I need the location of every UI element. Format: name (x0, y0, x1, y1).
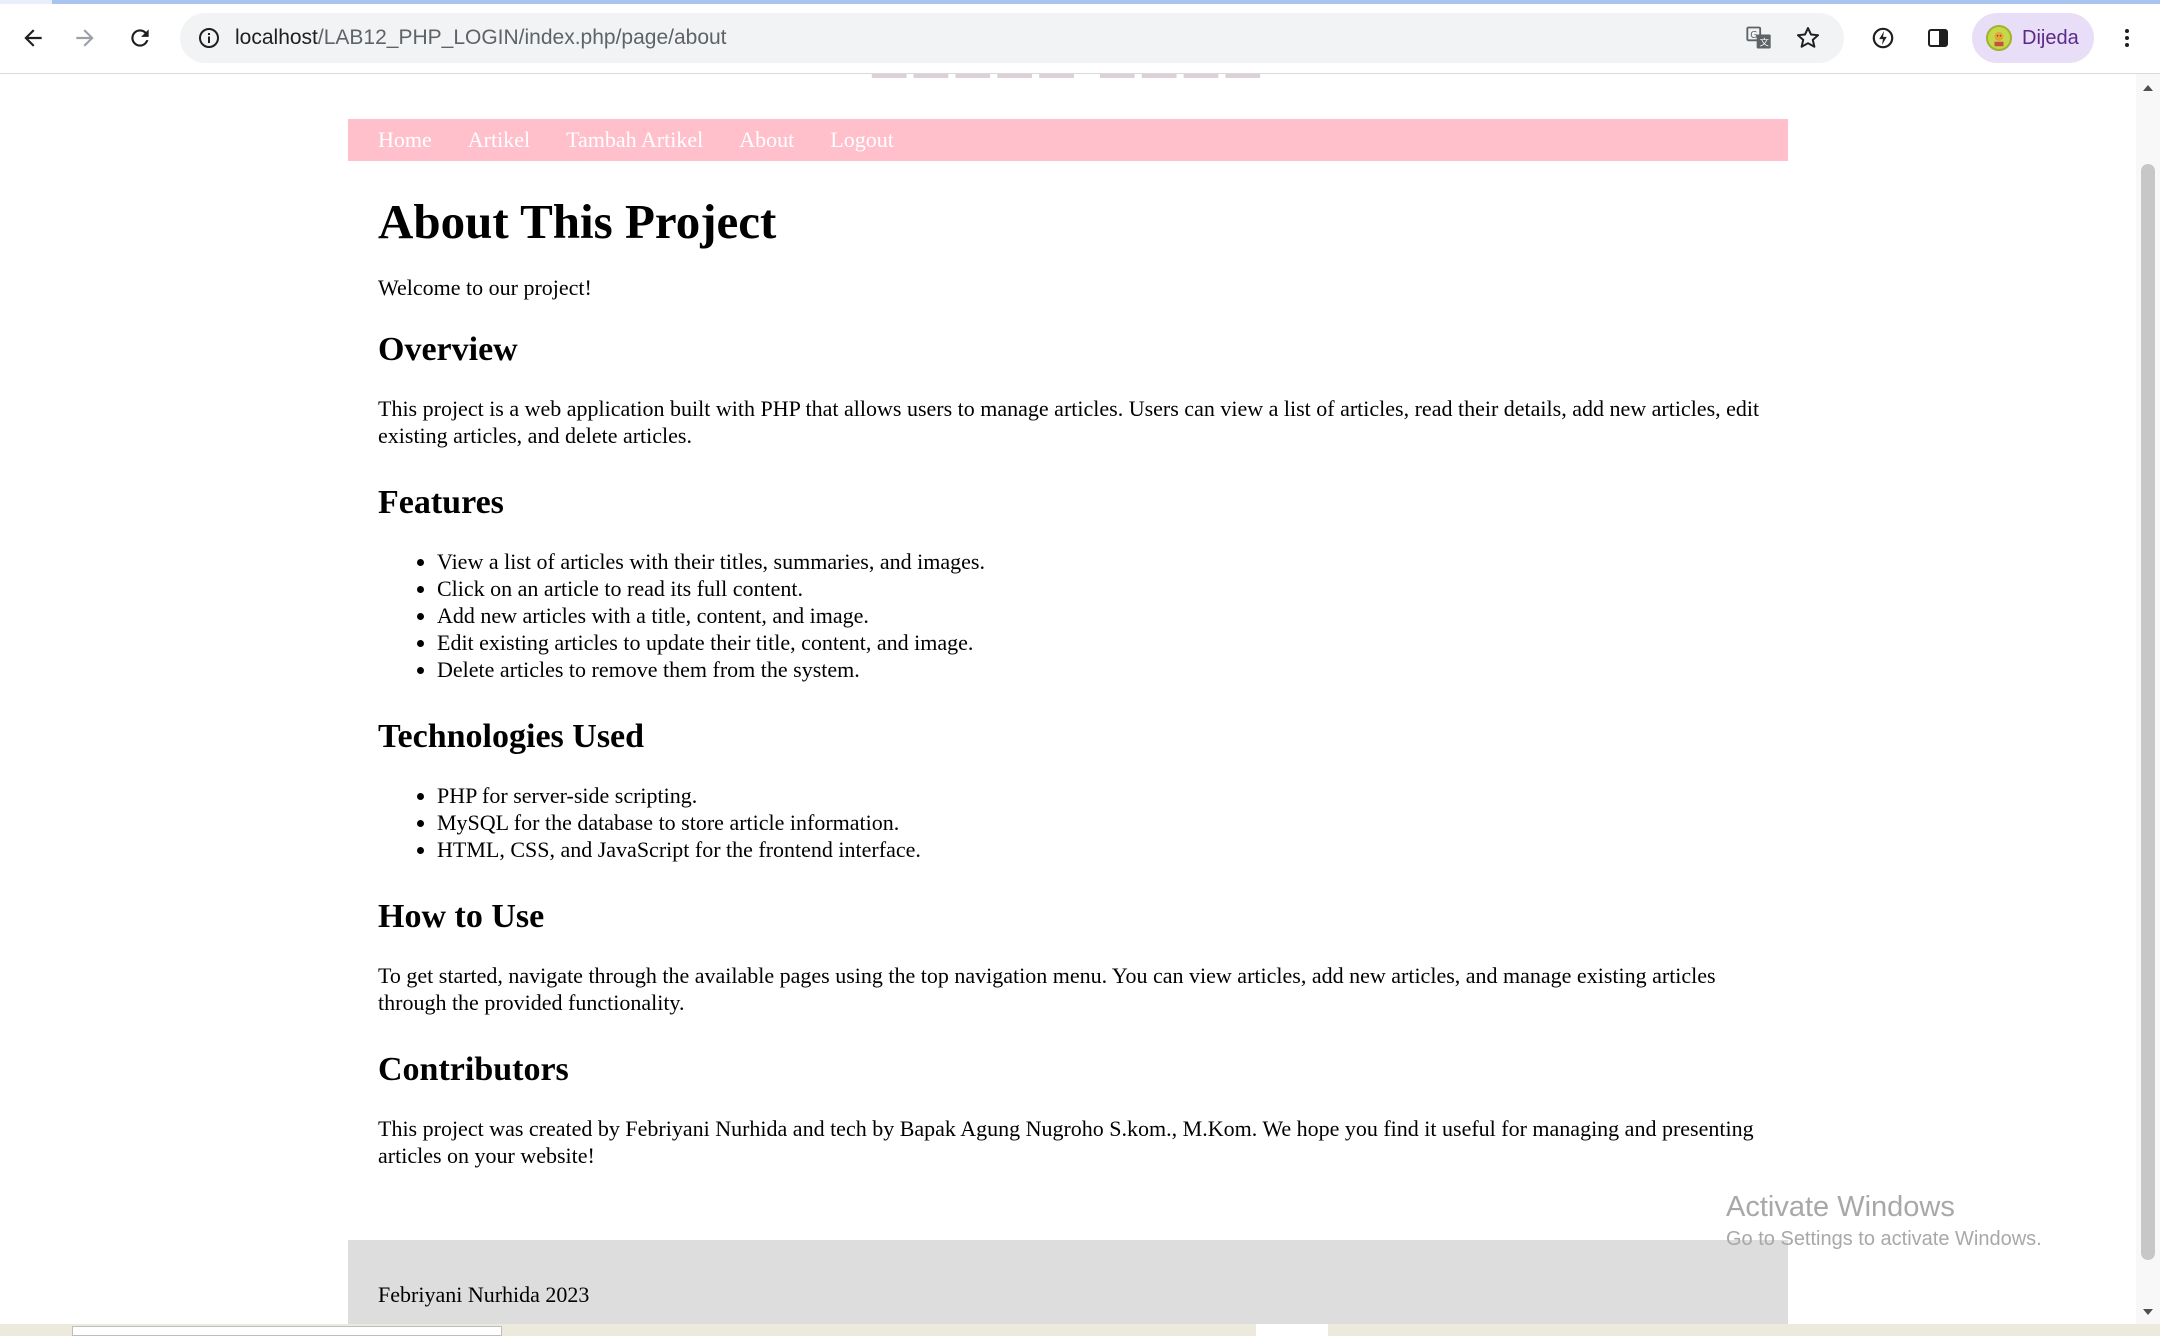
taskbar-item[interactable] (1256, 1324, 1328, 1336)
browser-menu-button[interactable] (2108, 19, 2146, 57)
extensions-icon (1872, 27, 1894, 49)
features-list: View a list of articles with their title… (378, 548, 1778, 683)
side-panel-icon (1928, 29, 1948, 47)
how-to-use-text: To get started, navigate through the ava… (378, 963, 1716, 1015)
list-item: Click on an article to read its full con… (437, 575, 1778, 602)
menu-dots-icon (2125, 29, 2129, 47)
scroll-down-arrow-icon[interactable] (2143, 1309, 2153, 1315)
overview-text: This project is a web application built … (378, 396, 1760, 448)
svg-text:文: 文 (1760, 37, 1769, 49)
side-panel-button[interactable] (1919, 19, 1957, 57)
profile-name: Dijeda (2022, 26, 2079, 49)
vertical-scrollbar[interactable] (2136, 74, 2160, 1324)
active-tab-edge[interactable] (0, 0, 52, 4)
forward-button[interactable] (66, 19, 104, 57)
scrollbar-thumb[interactable] (2141, 164, 2155, 1260)
translate-icon: G文 (1746, 26, 1771, 49)
site-navigation: Home Artikel Tambah Artikel About Logout (348, 119, 1788, 161)
overview-heading: Overview (378, 331, 518, 368)
forward-icon (76, 29, 94, 47)
page-footer: Febriyani Nurhida 2023 (348, 1240, 1788, 1324)
profile-button[interactable]: Dijeda (1972, 13, 2094, 63)
bookmark-star-icon (1796, 27, 1820, 48)
translate-button[interactable]: G文 (1740, 19, 1778, 57)
list-item: View a list of articles with their title… (437, 548, 1778, 575)
bookmark-button[interactable] (1789, 19, 1827, 57)
contributors-heading: Contributors (378, 1051, 569, 1088)
list-item: Edit existing articles to update their t… (437, 629, 1778, 656)
nav-home-link[interactable]: Home (378, 127, 432, 153)
list-item: PHP for server-side scripting. (437, 782, 1778, 809)
os-taskbar (0, 1324, 2160, 1336)
how-to-use-heading: How to Use (378, 898, 545, 935)
footer-text: Febriyani Nurhida 2023 (378, 1282, 590, 1307)
list-item: HTML, CSS, and JavaScript for the fronte… (437, 836, 1778, 863)
address-bar[interactable]: localhost/LAB12_PHP_LOGIN/index.php/page… (180, 13, 1844, 63)
url-path: /LAB12_PHP_LOGIN/index.php/page/about (317, 26, 727, 49)
browser-toolbar: localhost/LAB12_PHP_LOGIN/index.php/page… (0, 0, 2160, 74)
extensions-button[interactable] (1864, 19, 1902, 57)
nav-tambah-artikel-link[interactable]: Tambah Artikel (566, 127, 703, 153)
taskbar-item[interactable] (72, 1326, 502, 1336)
technologies-heading: Technologies Used (378, 718, 645, 755)
nav-logout-link[interactable]: Logout (830, 127, 894, 153)
list-item: MySQL for the database to store article … (437, 809, 1778, 836)
reload-button[interactable] (121, 19, 159, 57)
list-item: Add new articles with a title, content, … (437, 602, 1778, 629)
back-icon (24, 29, 42, 47)
svg-text:G: G (1750, 30, 1757, 41)
page-title: About This Project (378, 194, 777, 249)
list-item: Delete articles to remove them from the … (437, 656, 1778, 683)
page-viewport: ▆▆▆▆▆ ▆▆▆▆ Home Artikel Tambah Artikel A… (0, 74, 2136, 1324)
url-text[interactable]: localhost/LAB12_PHP_LOGIN/index.php/page… (235, 13, 727, 63)
features-heading: Features (378, 484, 504, 521)
profile-avatar-icon (1994, 32, 2004, 47)
site-info-icon (199, 28, 219, 48)
scroll-up-arrow-icon[interactable] (2143, 85, 2153, 91)
header-logo-clipped: ▆▆▆▆▆ ▆▆▆▆ (860, 74, 1280, 78)
contributors-text: This project was created by Febriyani Nu… (378, 1116, 1754, 1168)
watermark-title: Activate Windows (1726, 1191, 1955, 1223)
nav-artikel-link[interactable]: Artikel (468, 127, 530, 153)
url-host: localhost (235, 26, 318, 49)
nav-about-link[interactable]: About (739, 127, 794, 153)
site-info-button[interactable] (190, 19, 228, 57)
reload-icon (131, 29, 149, 47)
avatar (1986, 25, 2012, 51)
back-button[interactable] (14, 19, 52, 57)
technologies-list: PHP for server-side scripting. MySQL for… (378, 782, 1778, 863)
welcome-text: Welcome to our project! (378, 275, 592, 300)
main-content: About This Project Welcome to our projec… (378, 192, 1778, 1169)
tab-strip-edge (0, 0, 2160, 4)
